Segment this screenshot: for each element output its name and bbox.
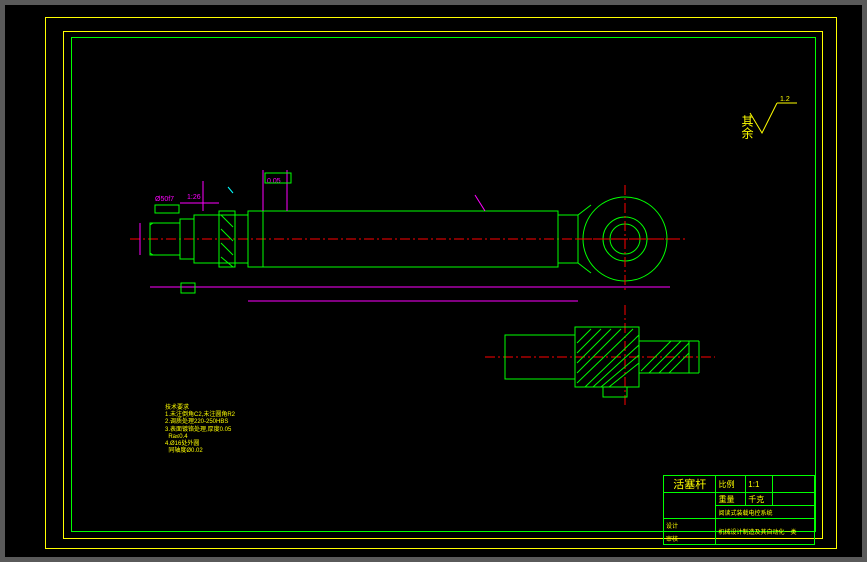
main-view: Ø50f7 1:26 0.05 — [130, 170, 685, 301]
cad-canvas[interactable]: Ø50f7 1:26 0.05 — [5, 5, 862, 557]
surface-finish-label: 其余 — [739, 115, 756, 139]
tb-project: 阅读式装载电控系统 — [716, 506, 815, 519]
title-block: 活塞杆 比例 1:1 重量 千克 阅读式装载电控系统 设计 机械设计制造及其自动… — [663, 475, 815, 545]
tb-weight-label: 重量 — [716, 493, 746, 506]
tb-scale-value: 1:1 — [746, 476, 772, 493]
tb-designer: 设计 — [664, 519, 716, 532]
dim-text: 1:26 — [187, 194, 201, 201]
tb-r1c4 — [772, 476, 814, 493]
technical-notes: 技术要求 1.未注倒角C2,未注圆角R2 2.调质处理220-250HBS 3.… — [165, 405, 235, 455]
section-view — [485, 305, 715, 405]
tb-dept: 机械设计制造及其自动化一类 — [716, 519, 815, 545]
surface-finish-symbol — [750, 103, 797, 133]
tb-auditor: 审核 — [664, 532, 716, 545]
tb-part-name: 活塞杆 — [664, 476, 716, 493]
dim-text: Ø50f7 — [155, 196, 174, 203]
dim-text: 0.05 — [267, 178, 281, 185]
tb-weight-unit: 千克 — [746, 493, 772, 506]
tb-scale-label: 比例 — [716, 476, 746, 493]
surface-finish-value: 1.2 — [780, 96, 790, 103]
